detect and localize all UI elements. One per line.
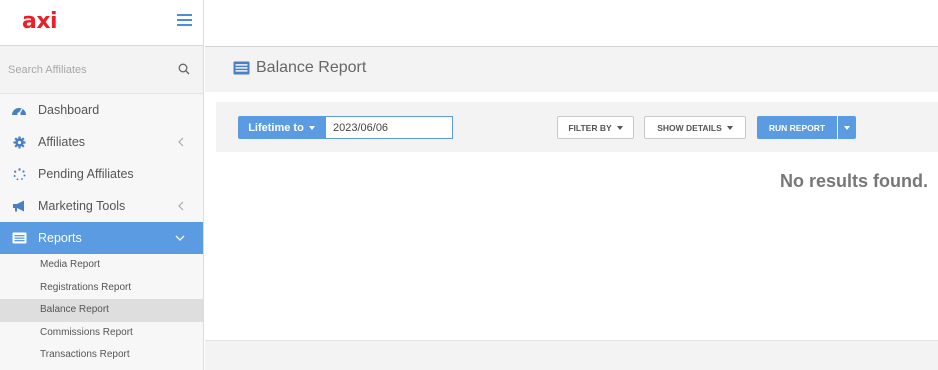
sidebar-item-label: Reports [38,231,82,245]
sidebar-subitem-media-report[interactable]: Media Report [0,254,203,277]
search-icon[interactable] [178,63,190,75]
show-details-button[interactable]: SHOW DETAILS [644,116,746,139]
dashboard-gauge-icon [11,103,27,117]
show-details-label: SHOW DETAILS [657,122,722,133]
caret-down-icon [726,125,733,130]
sidebar-subitem-transactions-report[interactable]: Transactions Report [0,344,203,367]
page-title: Balance Report [256,59,367,76]
report-list-icon [233,61,250,75]
caret-down-icon [844,125,850,130]
sidebar: axi Dashboard Affiliates Pending Affilia… [0,0,204,370]
run-report-options-button[interactable] [838,116,856,139]
sidebar-item-marketing-tools[interactable]: Marketing Tools [0,190,203,222]
caret-down-icon [308,125,315,130]
sidebar-subitem-commissions-report[interactable]: Commissions Report [0,321,203,344]
lifetime-to-dropdown[interactable]: Lifetime to [238,116,325,139]
sidebar-item-label: Pending Affiliates [38,167,134,181]
report-content: Lifetime to FILTER BY SHOW DETAILS RUN R… [205,92,938,340]
gear-icon [11,135,27,149]
footer-band [205,340,938,370]
chevron-left-icon [178,137,184,147]
sidebar-item-pending-affiliates[interactable]: Pending Affiliates [0,158,203,190]
filter-by-button[interactable]: FILTER BY [557,116,634,139]
filter-by-label: FILTER BY [568,122,612,133]
lifetime-to-label: Lifetime to [248,121,304,134]
run-report-button[interactable]: RUN REPORT [757,116,837,139]
brand-bar: axi [0,0,203,46]
no-results-message: No results found. [780,171,928,191]
page-header: Balance Report [205,47,938,92]
megaphone-icon [11,199,27,213]
sidebar-item-dashboard[interactable]: Dashboard [0,94,203,126]
sidebar-subitem-balance-report[interactable]: Balance Report [0,299,203,322]
sidebar-item-reports[interactable]: Reports [0,222,203,254]
sidebar-subitem-registrations-report[interactable]: Registrations Report [0,276,203,299]
hamburger-menu-icon[interactable] [177,14,192,28]
axi-logo[interactable]: axi [22,9,58,34]
page-title-wrap: Balance Report [233,59,366,77]
spinner-dots-icon [11,167,27,181]
sidebar-item-label: Dashboard [38,103,100,117]
sidebar-item-label: Marketing Tools [38,199,126,213]
sidebar-item-affiliates[interactable]: Affiliates [0,126,203,158]
chevron-down-icon [175,235,185,241]
search-affiliates-input[interactable] [0,46,170,93]
chevron-left-icon [178,201,184,211]
top-bar [205,0,938,47]
search-bar [0,46,203,94]
report-list-icon [11,231,27,245]
sidebar-item-label: Affiliates [38,135,86,149]
report-toolbar: Lifetime to FILTER BY SHOW DETAILS RUN R… [216,102,938,152]
date-field[interactable] [325,116,453,139]
caret-down-icon [616,125,623,130]
